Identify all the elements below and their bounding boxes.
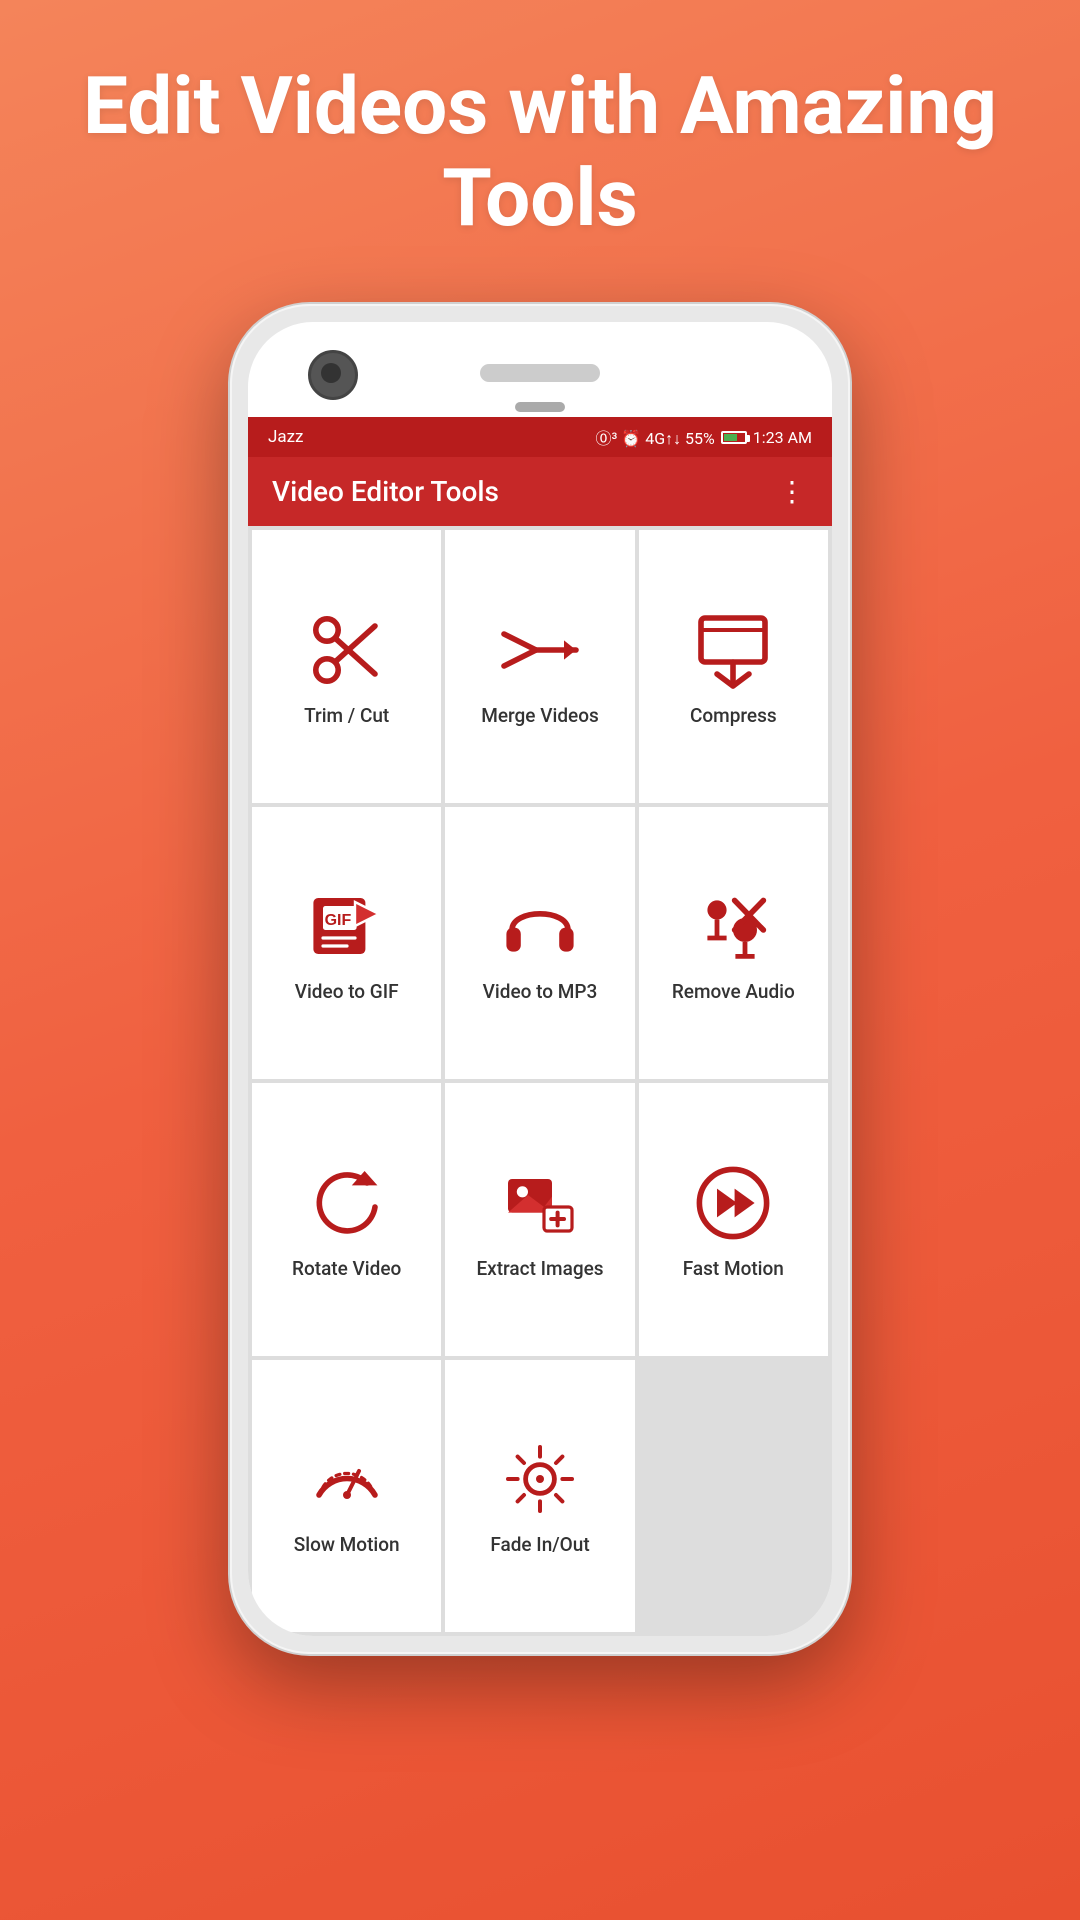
fast-motion-icon bbox=[693, 1163, 773, 1243]
tool-video-to-gif[interactable]: GIF Video to GIF bbox=[252, 807, 441, 1080]
video-to-gif-label: Video to GIF bbox=[295, 980, 399, 1003]
merge-videos-icon bbox=[500, 610, 580, 690]
video-to-mp3-label: Video to MP3 bbox=[483, 980, 598, 1003]
signal-icons: ⓪³ ⏰ 4G↑↓ 55% bbox=[595, 425, 714, 449]
battery-icon bbox=[721, 431, 747, 444]
carrier-text: Jazz bbox=[268, 427, 304, 447]
app-bar: Video Editor Tools ⋮ bbox=[248, 457, 832, 526]
merge-videos-label: Merge Videos bbox=[481, 704, 599, 727]
remove-audio-icon bbox=[693, 886, 773, 966]
svg-text:GIF: GIF bbox=[324, 912, 351, 929]
extract-images-label: Extract Images bbox=[476, 1257, 603, 1280]
hero-title: Edit Videos with Amazing Tools bbox=[0, 60, 1080, 244]
tools-grid: Trim / Cut Merge Videos Compress GIF Vid… bbox=[248, 526, 832, 1636]
tool-compress[interactable]: Compress bbox=[639, 530, 828, 803]
fast-motion-label: Fast Motion bbox=[683, 1257, 784, 1280]
slow-motion-icon bbox=[307, 1439, 387, 1519]
fade-in-out-label: Fade In/Out bbox=[490, 1533, 589, 1556]
phone-camera bbox=[308, 350, 358, 400]
tool-video-to-mp3[interactable]: Video to MP3 bbox=[445, 807, 634, 1080]
video-to-mp3-icon bbox=[500, 886, 580, 966]
tool-slow-motion[interactable]: Slow Motion bbox=[252, 1360, 441, 1633]
extract-images-icon bbox=[500, 1163, 580, 1243]
phone-earpiece bbox=[515, 402, 565, 412]
phone-screen: Jazz ⓪³ ⏰ 4G↑↓ 55% 1:23 AM Video Editor … bbox=[248, 322, 832, 1636]
status-bar: Jazz ⓪³ ⏰ 4G↑↓ 55% 1:23 AM bbox=[248, 417, 832, 457]
compress-icon bbox=[693, 610, 773, 690]
rotate-video-icon bbox=[307, 1163, 387, 1243]
tool-extract-images[interactable]: Extract Images bbox=[445, 1083, 634, 1356]
trim-cut-icon bbox=[307, 610, 387, 690]
phone-speaker bbox=[480, 364, 600, 382]
more-options-button[interactable]: ⋮ bbox=[778, 475, 808, 508]
video-to-gif-icon: GIF bbox=[307, 886, 387, 966]
slow-motion-label: Slow Motion bbox=[294, 1533, 400, 1556]
rotate-video-label: Rotate Video bbox=[292, 1257, 401, 1280]
trim-cut-label: Trim / Cut bbox=[304, 704, 389, 727]
fade-in-out-icon bbox=[500, 1439, 580, 1519]
tool-fast-motion[interactable]: Fast Motion bbox=[639, 1083, 828, 1356]
tool-remove-audio[interactable]: Remove Audio bbox=[639, 807, 828, 1080]
phone-frame: Jazz ⓪³ ⏰ 4G↑↓ 55% 1:23 AM Video Editor … bbox=[230, 304, 850, 1654]
tool-rotate-video[interactable]: Rotate Video bbox=[252, 1083, 441, 1356]
tool-fade-in-out[interactable]: Fade In/Out bbox=[445, 1360, 634, 1633]
status-right: ⓪³ ⏰ 4G↑↓ 55% 1:23 AM bbox=[595, 425, 812, 449]
tool-merge-videos[interactable]: Merge Videos bbox=[445, 530, 634, 803]
tool-trim-cut[interactable]: Trim / Cut bbox=[252, 530, 441, 803]
remove-audio-label: Remove Audio bbox=[672, 980, 795, 1003]
compress-label: Compress bbox=[690, 704, 777, 727]
app-bar-title: Video Editor Tools bbox=[272, 475, 499, 508]
time-text: 1:23 AM bbox=[753, 428, 812, 447]
